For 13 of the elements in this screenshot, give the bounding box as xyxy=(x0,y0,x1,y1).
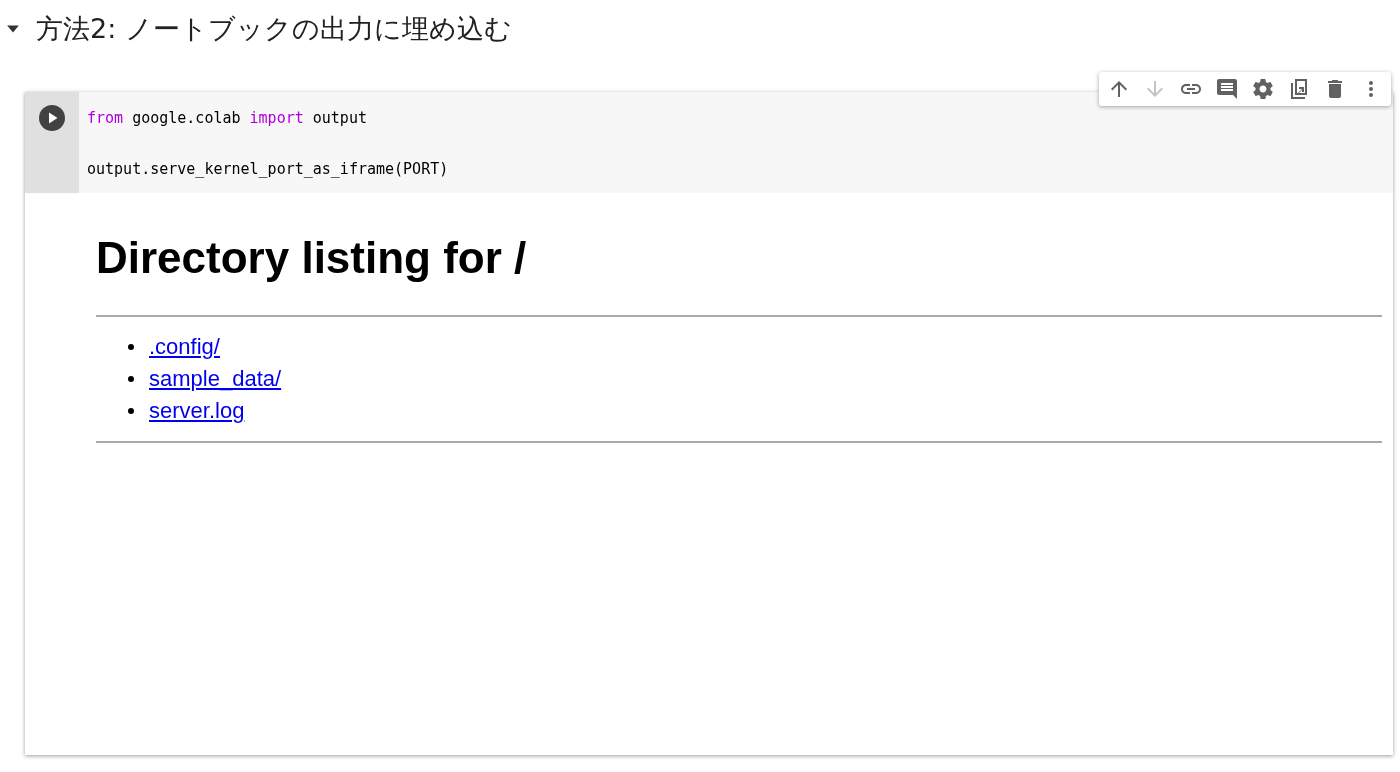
code-line: output.serve_kernel_port_as_iframe(PORT) xyxy=(87,160,449,178)
listing-heading: Directory listing for / xyxy=(96,233,528,283)
code-line: from google.colab import output xyxy=(87,109,367,127)
section-title: 方法2: ノートブックの出力に埋め込む xyxy=(36,12,512,46)
bullet-icon xyxy=(128,408,134,414)
file-link[interactable]: server.log xyxy=(149,398,245,424)
file-link[interactable]: sample_data/ xyxy=(149,366,282,392)
bullet-icon xyxy=(128,376,134,382)
comment-icon[interactable] xyxy=(1215,77,1239,101)
bullet-icon xyxy=(128,344,134,350)
run-button[interactable] xyxy=(38,104,66,132)
settings-icon[interactable] xyxy=(1251,77,1275,101)
file-link[interactable]: .config/ xyxy=(149,334,220,360)
